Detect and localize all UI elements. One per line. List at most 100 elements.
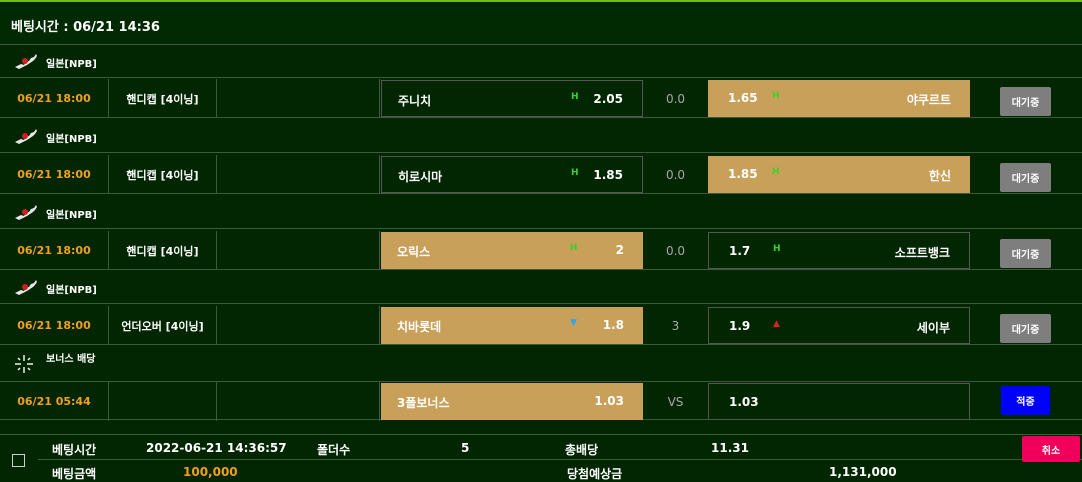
home-team: 히로시마 bbox=[398, 170, 443, 184]
away-odds: 1.65 bbox=[728, 91, 758, 105]
bet-time-label: 베팅시간 bbox=[52, 443, 97, 457]
total-value: 3 bbox=[671, 318, 680, 333]
market-type: 핸디캡 [4이닝] bbox=[109, 155, 217, 194]
bet-summary: 베팅시간 2022-06-21 14:36:57 폴더수 5 총배당 11.31… bbox=[0, 434, 1082, 482]
away-odds: 1.7 bbox=[729, 244, 751, 258]
status-badge: 대기중 bbox=[1000, 239, 1051, 268]
bonus-row: 06/21 05:44 3폴보너스 1.03 VS 1.03 적중 bbox=[0, 382, 1082, 421]
home-team: 오릭스 bbox=[397, 245, 431, 259]
summary-line-2: 베팅금액 100,000 당첨예상금 1,131,000 bbox=[38, 460, 1082, 482]
folders-value: 5 bbox=[461, 441, 470, 455]
market-type: 핸디캡 [4이닝] bbox=[109, 231, 217, 270]
match-time: 06/21 18:00 bbox=[0, 155, 109, 194]
select-checkbox[interactable] bbox=[12, 454, 25, 467]
handicap-indicator: H bbox=[773, 244, 781, 254]
away-team: 야쿠르트 bbox=[906, 93, 951, 107]
expected-win-value: 1,131,000 bbox=[829, 465, 897, 479]
home-odds: 1.8 bbox=[602, 318, 624, 332]
away-team: 세이부 bbox=[916, 321, 950, 335]
away-option-selected[interactable]: 1.65 H 야쿠르트 bbox=[708, 80, 970, 117]
japan-flag-icon bbox=[15, 280, 37, 295]
bet-amount-label: 베팅금액 bbox=[52, 467, 97, 481]
home-option[interactable]: 히로시마 H 1.85 bbox=[381, 156, 643, 193]
japan-flag-icon bbox=[15, 54, 37, 69]
handicap-indicator: H bbox=[772, 167, 780, 177]
home-option-selected[interactable]: 오릭스 H 2 bbox=[381, 232, 643, 269]
away-team: 소프트뱅크 bbox=[894, 246, 950, 260]
market-type: 언더오버 [4이닝] bbox=[109, 306, 217, 345]
under-arrow-icon: ▼ bbox=[570, 318, 577, 328]
league-name: 일본[NPB] bbox=[46, 59, 97, 70]
league-row: 일본[NPB] bbox=[0, 271, 1082, 304]
bonus-away-option[interactable]: 1.03 bbox=[708, 383, 970, 420]
status-badge: 대기중 bbox=[1000, 314, 1051, 343]
hit-badge: 적중 bbox=[1001, 386, 1050, 415]
blank-cell bbox=[109, 382, 217, 421]
handicap-indicator: H bbox=[571, 168, 579, 178]
bet-time-value: 2022-06-21 14:36:57 bbox=[146, 441, 287, 455]
match-time: 06/21 18:00 bbox=[0, 306, 109, 345]
sparkle-icon bbox=[15, 355, 33, 373]
bonus-time: 06/21 05:44 bbox=[0, 382, 109, 421]
home-odds: 1.85 bbox=[593, 168, 623, 182]
bonus-label: 보너스 배당 bbox=[46, 354, 96, 365]
away-option[interactable]: 1.7 H 소프트뱅크 bbox=[708, 232, 970, 269]
japan-flag-icon bbox=[15, 205, 37, 220]
market-type: 핸디캡 [4이닝] bbox=[109, 79, 217, 118]
blank-cell bbox=[217, 155, 380, 194]
away-odds: 1.9 bbox=[729, 319, 751, 333]
league-name: 일본[NPB] bbox=[46, 285, 97, 296]
bet-time-title: 베팅시간 : 06/21 14:36 bbox=[11, 20, 160, 35]
total-odds-value: 11.31 bbox=[711, 441, 749, 455]
away-option-selected[interactable]: 1.85 H 한신 bbox=[708, 156, 970, 193]
home-odds: 2 bbox=[615, 243, 624, 257]
handicap-indicator: H bbox=[571, 92, 579, 102]
match-row: 06/21 18:00 핸디캡 [4이닝] 히로시마 H 1.85 0.0 1.… bbox=[0, 155, 1082, 194]
bonus-away-odds: 1.03 bbox=[729, 395, 759, 409]
handicap-value: 0.0 bbox=[665, 91, 686, 106]
cancel-button[interactable]: 취소 bbox=[1022, 436, 1080, 462]
match-row: 06/21 18:00 핸디캡 [4이닝] 오릭스 H 2 0.0 1.7 H … bbox=[0, 231, 1082, 270]
league-name: 일본[NPB] bbox=[46, 210, 97, 221]
match-time: 06/21 18:00 bbox=[0, 231, 109, 270]
expected-win-label: 당첨예상금 bbox=[567, 467, 623, 481]
home-team: 치바롯데 bbox=[397, 320, 442, 334]
japan-flag-icon bbox=[15, 129, 37, 144]
blank-cell bbox=[217, 79, 380, 118]
home-team: 주니치 bbox=[398, 94, 432, 108]
bonus-header: 보너스 배당 bbox=[0, 346, 1082, 382]
status-badge: 대기중 bbox=[1000, 163, 1051, 192]
handicap-indicator: H bbox=[772, 91, 780, 101]
blank-cell bbox=[217, 306, 380, 345]
blank-cell bbox=[217, 231, 380, 270]
summary-line-1: 베팅시간 2022-06-21 14:36:57 폴더수 5 총배당 11.31 bbox=[38, 435, 1082, 460]
bet-slip: 베팅시간 : 06/21 14:36 일본[NPB] 06/21 18:00 핸… bbox=[0, 0, 1082, 482]
over-arrow-icon: ▲ bbox=[773, 319, 780, 329]
bonus-odds: 1.03 bbox=[594, 394, 624, 408]
home-option[interactable]: 주니치 H 2.05 bbox=[381, 80, 643, 117]
league-name: 일본[NPB] bbox=[46, 134, 97, 145]
league-row: 일본[NPB] bbox=[0, 45, 1082, 78]
vs-label: VS bbox=[667, 394, 684, 409]
blank-cell bbox=[217, 382, 380, 421]
bet-amount-value: 100,000 bbox=[183, 465, 238, 479]
away-odds: 1.85 bbox=[728, 167, 758, 181]
total-odds-label: 총배당 bbox=[565, 443, 599, 457]
away-option[interactable]: 1.9 ▲ 세이부 bbox=[708, 307, 970, 344]
handicap-value: 0.0 bbox=[665, 243, 686, 258]
handicap-value: 0.0 bbox=[665, 167, 686, 182]
bonus-name: 3폴보너스 bbox=[397, 396, 450, 410]
home-option-selected[interactable]: 치바롯데 ▼ 1.8 bbox=[381, 307, 643, 344]
match-time: 06/21 18:00 bbox=[0, 79, 109, 118]
bonus-option-selected[interactable]: 3폴보너스 1.03 bbox=[381, 383, 643, 420]
folders-label: 폴더수 bbox=[317, 443, 351, 457]
home-odds: 2.05 bbox=[593, 92, 623, 106]
league-row: 일본[NPB] bbox=[0, 196, 1082, 229]
league-row: 일본[NPB] bbox=[0, 120, 1082, 153]
bet-header: 베팅시간 : 06/21 14:36 bbox=[0, 4, 1082, 45]
away-team: 한신 bbox=[928, 169, 951, 183]
handicap-indicator: H bbox=[570, 243, 578, 253]
status-badge: 대기중 bbox=[1000, 87, 1051, 116]
match-row: 06/21 18:00 핸디캡 [4이닝] 주니치 H 2.05 0.0 1.6… bbox=[0, 79, 1082, 118]
match-row: 06/21 18:00 언더오버 [4이닝] 치바롯데 ▼ 1.8 3 1.9 … bbox=[0, 306, 1082, 345]
